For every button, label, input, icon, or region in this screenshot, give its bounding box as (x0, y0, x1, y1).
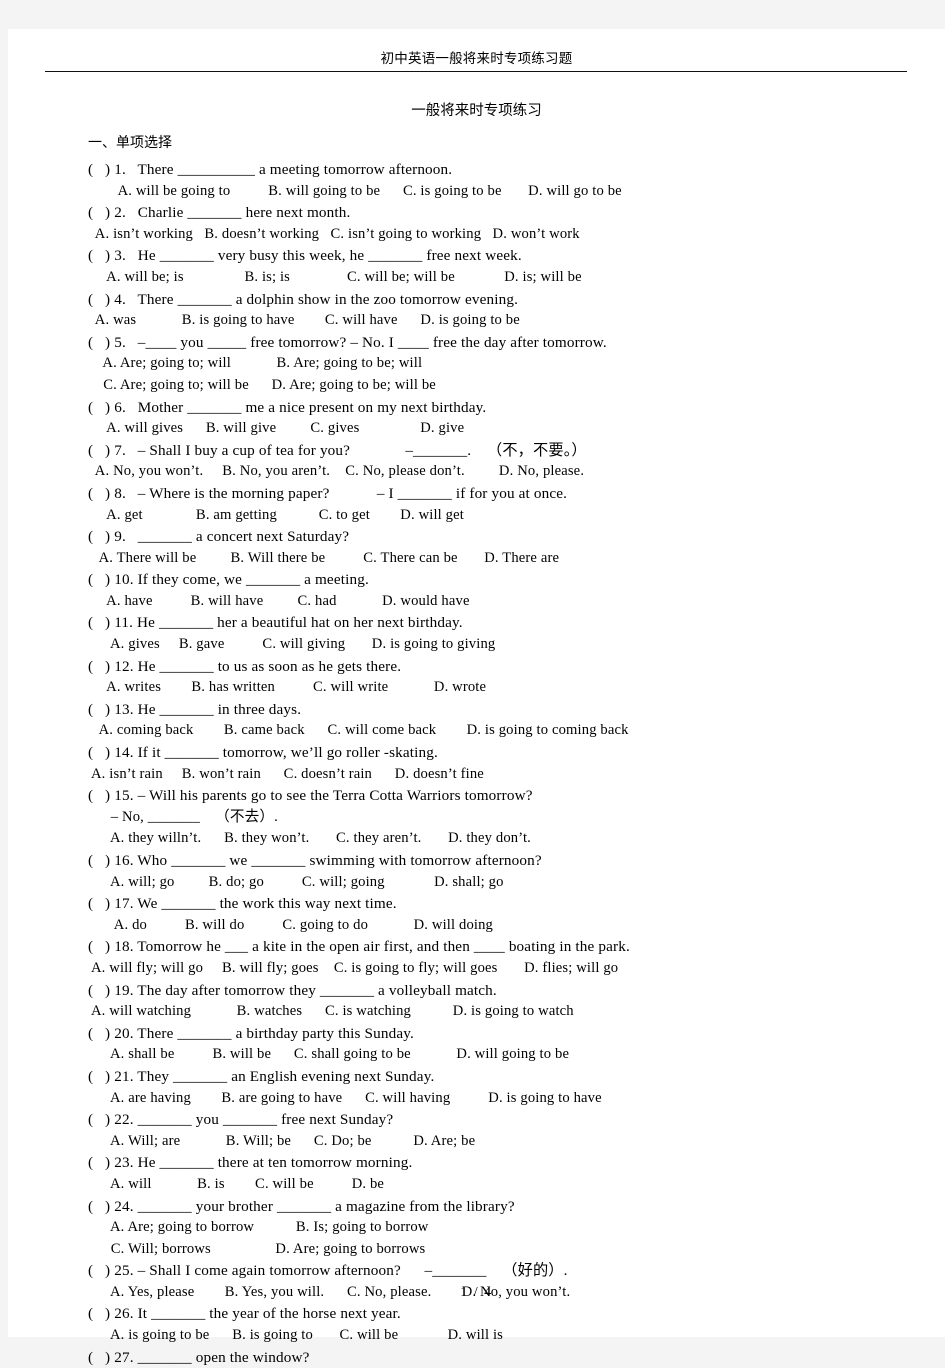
question-options: A. do B. will do C. going to do D. will … (88, 916, 493, 933)
question-options: A. is going to be B. is going to C. will… (88, 1327, 504, 1344)
question-item: ( ) 6. Mother _______ me a nice present … (88, 397, 918, 440)
question-item: ( ) 26. It _______ the year of the horse… (88, 1303, 918, 1346)
question-options: A. will fly; will go B. will fly; goes C… (88, 959, 619, 976)
question-stem: ( ) 8. – Where is the morning paper? – I… (88, 484, 568, 502)
section-heading: 一、单项选择 (88, 135, 172, 151)
question-options: – No, _______ （不去）. (88, 808, 278, 825)
question-item: ( ) 13. He _______ in three days. A. com… (88, 699, 918, 742)
question-options: A. will gives B. will give C. gives D. g… (88, 420, 465, 437)
question-stem: ( ) 14. If it _______ tomorrow, we’ll go… (88, 744, 438, 762)
question-item: ( ) 7. – Shall I buy a cup of tea for yo… (88, 440, 918, 483)
question-stem: ( ) 11. He _______ her a beautiful hat o… (88, 614, 463, 632)
question-item: ( ) 16. Who _______ we _______ swimming … (88, 850, 918, 893)
page-number: 1 / 4 (460, 1285, 493, 1300)
question-item: ( ) 9. _______ a concert next Saturday? … (88, 526, 918, 569)
question-stem: ( ) 25. – Shall I come again tomorrow af… (88, 1262, 568, 1280)
question-item: ( ) 4. There _______ a dolphin show in t… (88, 289, 918, 332)
question-stem: ( ) 27. _______ open the window? (88, 1348, 310, 1366)
question-stem: ( ) 15. – Will his parents go to see the… (88, 787, 533, 805)
question-stem: ( ) 13. He _______ in three days. (88, 700, 302, 718)
document-header: 初中英语一般将来时专项练习题 (8, 47, 945, 68)
question-item: ( ) 12. He _______ to us as soon as he g… (88, 656, 918, 699)
question-item: ( ) 24. _______ your brother _______ a m… (88, 1196, 918, 1261)
question-item: ( ) 17. We _______ the work this way nex… (88, 893, 918, 936)
question-options: A. have B. will have C. had D. would hav… (88, 592, 470, 609)
question-options: A. are having B. are going to have C. wi… (88, 1089, 602, 1106)
question-item: ( ) 23. He _______ there at ten tomorrow… (88, 1152, 918, 1195)
question-options: A. will; go B. do; go C. will; going D. … (88, 873, 504, 890)
question-item: ( ) 20. There _______ a birthday party t… (88, 1023, 918, 1066)
question-options: A. Are; going to borrow B. Is; going to … (88, 1219, 429, 1236)
question-list: ( ) 1. There __________ a meeting tomorr… (88, 159, 918, 1368)
question-options: A. isn’t rain B. won’t rain C. doesn’t r… (88, 765, 484, 782)
question-stem: ( ) 17. We _______ the work this way nex… (88, 895, 397, 913)
question-stem: ( ) 12. He _______ to us as soon as he g… (88, 657, 402, 675)
document-page: 初中英语一般将来时专项练习题 一般将来时专项练习 一、单项选择 ( ) 1. T… (8, 29, 945, 1366)
question-item: ( ) 2. Charlie _______ here next month. … (88, 202, 918, 245)
question-stem: ( ) 16. Who _______ we _______ swimming … (88, 852, 542, 869)
question-stem: ( ) 5. –____ you _____ free tomorrow? – … (88, 333, 607, 351)
question-options: A. shall be B. will be C. shall going to… (88, 1046, 570, 1063)
question-options: A. will watching B. watches C. is watchi… (88, 1003, 574, 1020)
question-options: A. isn’t working B. doesn’t working C. i… (88, 225, 580, 242)
question-stem: ( ) 20. There _______ a birthday party t… (88, 1024, 414, 1042)
question-stem: ( ) 24. _______ your brother _______ a m… (88, 1197, 515, 1215)
question-options: C. Will; borrows D. Are; going to borrow… (88, 1240, 426, 1257)
question-stem: ( ) 6. Mother _______ me a nice present … (88, 398, 487, 416)
question-item: ( ) 22. _______ you _______ free next Su… (88, 1109, 918, 1152)
question-item: ( ) 8. – Where is the morning paper? – I… (88, 483, 918, 526)
page-title: 一般将来时专项练习 (8, 99, 945, 120)
question-stem: ( ) 21. They _______ an English evening … (88, 1067, 435, 1085)
question-item: ( ) 5. –____ you _____ free tomorrow? – … (88, 332, 918, 397)
header-divider (45, 71, 907, 72)
question-options: A. Will; are B. Will; be C. Do; be D. Ar… (88, 1132, 476, 1149)
question-item: ( ) 27. _______ open the window? (88, 1347, 918, 1368)
question-options: A. will B. is C. will be D. be (88, 1175, 385, 1192)
question-stem: ( ) 18. Tomorrow he ___ a kite in the op… (88, 938, 630, 956)
question-stem: ( ) 4. There _______ a dolphin show in t… (88, 290, 519, 308)
question-item: ( ) 18. Tomorrow he ___ a kite in the op… (88, 936, 918, 979)
question-options: A. will be going to B. will going to be … (88, 182, 622, 199)
question-item: ( ) 3. He _______ very busy this week, h… (88, 245, 918, 288)
question-options: A. they willn’t. B. they won’t. C. they … (88, 830, 531, 847)
question-options: C. Are; going to; will be D. Are; going … (88, 376, 436, 393)
question-stem: ( ) 3. He _______ very busy this week, h… (88, 247, 522, 265)
question-stem: ( ) 7. – Shall I buy a cup of tea for yo… (88, 441, 587, 459)
question-options: A. was B. is going to have C. will have … (88, 312, 520, 329)
question-stem: ( ) 19. The day after tomorrow they ____… (88, 981, 497, 999)
page-title-text: 一般将来时专项练习 (411, 103, 542, 119)
question-options: A. will be; is B. is; is C. will be; wil… (88, 268, 582, 285)
question-options: A. coming back B. came back C. will come… (88, 722, 629, 739)
question-item: ( ) 11. He _______ her a beautiful hat o… (88, 612, 918, 655)
question-stem: ( ) 9. _______ a concert next Saturday? (88, 528, 350, 546)
document-body: 一、单项选择 ( ) 1. There __________ a meeting… (88, 133, 918, 1368)
question-item: ( ) 1. There __________ a meeting tomorr… (88, 159, 918, 202)
question-stem: ( ) 2. Charlie _______ here next month. (88, 204, 351, 222)
question-item: ( ) 14. If it _______ tomorrow, we’ll go… (88, 742, 918, 785)
question-item: ( ) 15. – Will his parents go to see the… (88, 785, 918, 850)
question-options: A. gives B. gave C. will giving D. is go… (88, 636, 496, 653)
question-options: A. writes B. has written C. will write D… (88, 679, 487, 696)
question-options: A. No, you won’t. B. No, you aren’t. C. … (88, 463, 585, 480)
question-options: A. get B. am getting C. to get D. will g… (88, 506, 464, 523)
question-stem: ( ) 22. _______ you _______ free next Su… (88, 1111, 394, 1129)
question-stem: ( ) 26. It _______ the year of the horse… (88, 1305, 401, 1323)
question-options: A. Are; going to; will B. Are; going to … (88, 355, 423, 372)
question-item: ( ) 19. The day after tomorrow they ____… (88, 980, 918, 1023)
header-title: 初中英语一般将来时专项练习题 (380, 51, 573, 67)
question-stem: ( ) 10. If they come, we _______ a meeti… (88, 571, 369, 589)
question-stem: ( ) 23. He _______ there at ten tomorrow… (88, 1154, 413, 1172)
question-item: ( ) 10. If they come, we _______ a meeti… (88, 569, 918, 612)
question-options: A. There will be B. Will there be C. The… (88, 549, 560, 566)
question-item: ( ) 21. They _______ an English evening … (88, 1066, 918, 1109)
question-stem: ( ) 1. There __________ a meeting tomorr… (88, 161, 453, 178)
